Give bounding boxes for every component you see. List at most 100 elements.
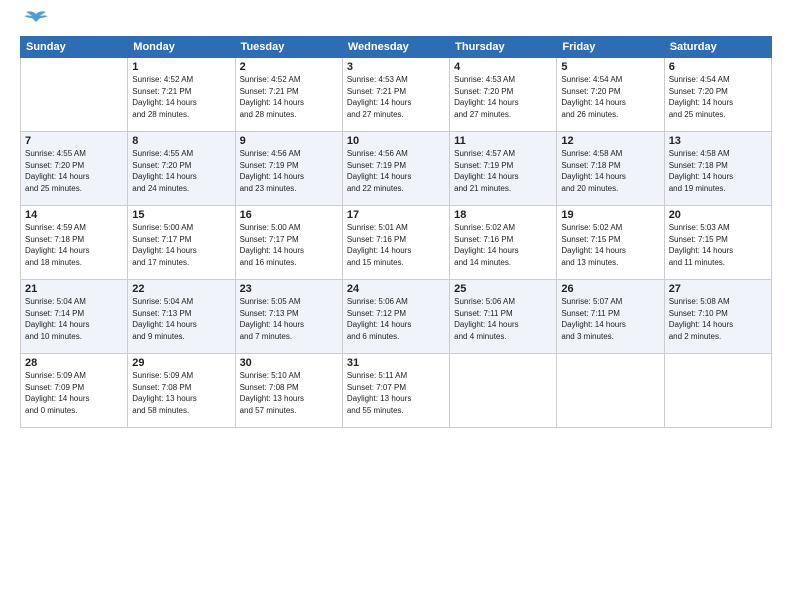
bird-icon — [22, 10, 50, 30]
page: SundayMondayTuesdayWednesdayThursdayFrid… — [0, 0, 792, 612]
calendar-cell: 31Sunrise: 5:11 AM Sunset: 7:07 PM Dayli… — [342, 354, 449, 428]
day-info: Sunrise: 4:57 AM Sunset: 7:19 PM Dayligh… — [454, 148, 552, 194]
weekday-header: Sunday — [21, 37, 128, 58]
day-number: 22 — [132, 283, 230, 295]
day-info: Sunrise: 5:00 AM Sunset: 7:17 PM Dayligh… — [132, 222, 230, 268]
calendar-body: 1Sunrise: 4:52 AM Sunset: 7:21 PM Daylig… — [21, 58, 772, 428]
day-info: Sunrise: 4:56 AM Sunset: 7:19 PM Dayligh… — [240, 148, 338, 194]
day-number: 4 — [454, 61, 552, 73]
calendar-cell: 4Sunrise: 4:53 AM Sunset: 7:20 PM Daylig… — [450, 58, 557, 132]
calendar-cell: 11Sunrise: 4:57 AM Sunset: 7:19 PM Dayli… — [450, 132, 557, 206]
calendar-cell: 13Sunrise: 4:58 AM Sunset: 7:18 PM Dayli… — [664, 132, 771, 206]
day-info: Sunrise: 4:55 AM Sunset: 7:20 PM Dayligh… — [132, 148, 230, 194]
calendar-cell: 20Sunrise: 5:03 AM Sunset: 7:15 PM Dayli… — [664, 206, 771, 280]
calendar-cell: 10Sunrise: 4:56 AM Sunset: 7:19 PM Dayli… — [342, 132, 449, 206]
calendar-cell: 2Sunrise: 4:52 AM Sunset: 7:21 PM Daylig… — [235, 58, 342, 132]
calendar-cell: 14Sunrise: 4:59 AM Sunset: 7:18 PM Dayli… — [21, 206, 128, 280]
day-info: Sunrise: 5:08 AM Sunset: 7:10 PM Dayligh… — [669, 296, 767, 342]
day-number: 24 — [347, 283, 445, 295]
logo — [20, 18, 50, 30]
calendar-cell — [21, 58, 128, 132]
day-number: 25 — [454, 283, 552, 295]
day-info: Sunrise: 5:09 AM Sunset: 7:08 PM Dayligh… — [132, 370, 230, 416]
header — [20, 18, 772, 30]
day-info: Sunrise: 5:09 AM Sunset: 7:09 PM Dayligh… — [25, 370, 123, 416]
calendar-cell: 24Sunrise: 5:06 AM Sunset: 7:12 PM Dayli… — [342, 280, 449, 354]
day-number: 5 — [561, 61, 659, 73]
calendar-cell: 17Sunrise: 5:01 AM Sunset: 7:16 PM Dayli… — [342, 206, 449, 280]
day-number: 8 — [132, 135, 230, 147]
calendar-cell — [664, 354, 771, 428]
day-info: Sunrise: 5:00 AM Sunset: 7:17 PM Dayligh… — [240, 222, 338, 268]
calendar-cell — [450, 354, 557, 428]
day-number: 18 — [454, 209, 552, 221]
day-number: 29 — [132, 357, 230, 369]
day-number: 12 — [561, 135, 659, 147]
day-number: 19 — [561, 209, 659, 221]
day-info: Sunrise: 5:05 AM Sunset: 7:13 PM Dayligh… — [240, 296, 338, 342]
calendar-cell: 22Sunrise: 5:04 AM Sunset: 7:13 PM Dayli… — [128, 280, 235, 354]
calendar-cell — [557, 354, 664, 428]
calendar-cell: 29Sunrise: 5:09 AM Sunset: 7:08 PM Dayli… — [128, 354, 235, 428]
calendar-cell: 27Sunrise: 5:08 AM Sunset: 7:10 PM Dayli… — [664, 280, 771, 354]
calendar-cell: 6Sunrise: 4:54 AM Sunset: 7:20 PM Daylig… — [664, 58, 771, 132]
calendar-cell: 8Sunrise: 4:55 AM Sunset: 7:20 PM Daylig… — [128, 132, 235, 206]
day-number: 31 — [347, 357, 445, 369]
day-number: 6 — [669, 61, 767, 73]
day-number: 30 — [240, 357, 338, 369]
header-row: SundayMondayTuesdayWednesdayThursdayFrid… — [21, 37, 772, 58]
day-number: 26 — [561, 283, 659, 295]
calendar-cell: 25Sunrise: 5:06 AM Sunset: 7:11 PM Dayli… — [450, 280, 557, 354]
calendar-cell: 1Sunrise: 4:52 AM Sunset: 7:21 PM Daylig… — [128, 58, 235, 132]
day-info: Sunrise: 4:55 AM Sunset: 7:20 PM Dayligh… — [25, 148, 123, 194]
day-number: 11 — [454, 135, 552, 147]
day-info: Sunrise: 5:04 AM Sunset: 7:14 PM Dayligh… — [25, 296, 123, 342]
calendar-cell: 12Sunrise: 4:58 AM Sunset: 7:18 PM Dayli… — [557, 132, 664, 206]
day-number: 9 — [240, 135, 338, 147]
day-info: Sunrise: 5:11 AM Sunset: 7:07 PM Dayligh… — [347, 370, 445, 416]
day-number: 10 — [347, 135, 445, 147]
day-info: Sunrise: 4:59 AM Sunset: 7:18 PM Dayligh… — [25, 222, 123, 268]
day-number: 27 — [669, 283, 767, 295]
day-number: 14 — [25, 209, 123, 221]
day-info: Sunrise: 4:52 AM Sunset: 7:21 PM Dayligh… — [132, 74, 230, 120]
day-number: 21 — [25, 283, 123, 295]
calendar-cell: 30Sunrise: 5:10 AM Sunset: 7:08 PM Dayli… — [235, 354, 342, 428]
calendar-table: SundayMondayTuesdayWednesdayThursdayFrid… — [20, 36, 772, 428]
day-info: Sunrise: 4:53 AM Sunset: 7:20 PM Dayligh… — [454, 74, 552, 120]
calendar-cell: 7Sunrise: 4:55 AM Sunset: 7:20 PM Daylig… — [21, 132, 128, 206]
day-info: Sunrise: 4:56 AM Sunset: 7:19 PM Dayligh… — [347, 148, 445, 194]
day-number: 2 — [240, 61, 338, 73]
day-number: 7 — [25, 135, 123, 147]
calendar-cell: 3Sunrise: 4:53 AM Sunset: 7:21 PM Daylig… — [342, 58, 449, 132]
day-info: Sunrise: 5:03 AM Sunset: 7:15 PM Dayligh… — [669, 222, 767, 268]
day-number: 17 — [347, 209, 445, 221]
day-number: 15 — [132, 209, 230, 221]
calendar-week-row: 7Sunrise: 4:55 AM Sunset: 7:20 PM Daylig… — [21, 132, 772, 206]
day-info: Sunrise: 5:07 AM Sunset: 7:11 PM Dayligh… — [561, 296, 659, 342]
calendar-cell: 26Sunrise: 5:07 AM Sunset: 7:11 PM Dayli… — [557, 280, 664, 354]
day-info: Sunrise: 5:04 AM Sunset: 7:13 PM Dayligh… — [132, 296, 230, 342]
weekday-header: Thursday — [450, 37, 557, 58]
day-info: Sunrise: 5:02 AM Sunset: 7:16 PM Dayligh… — [454, 222, 552, 268]
day-number: 16 — [240, 209, 338, 221]
day-number: 13 — [669, 135, 767, 147]
day-number: 20 — [669, 209, 767, 221]
day-info: Sunrise: 4:52 AM Sunset: 7:21 PM Dayligh… — [240, 74, 338, 120]
day-info: Sunrise: 5:10 AM Sunset: 7:08 PM Dayligh… — [240, 370, 338, 416]
calendar-cell: 18Sunrise: 5:02 AM Sunset: 7:16 PM Dayli… — [450, 206, 557, 280]
day-info: Sunrise: 4:54 AM Sunset: 7:20 PM Dayligh… — [561, 74, 659, 120]
weekday-header: Friday — [557, 37, 664, 58]
day-number: 1 — [132, 61, 230, 73]
calendar-cell: 15Sunrise: 5:00 AM Sunset: 7:17 PM Dayli… — [128, 206, 235, 280]
calendar-week-row: 14Sunrise: 4:59 AM Sunset: 7:18 PM Dayli… — [21, 206, 772, 280]
day-number: 28 — [25, 357, 123, 369]
day-info: Sunrise: 5:06 AM Sunset: 7:12 PM Dayligh… — [347, 296, 445, 342]
calendar-week-row: 21Sunrise: 5:04 AM Sunset: 7:14 PM Dayli… — [21, 280, 772, 354]
calendar-week-row: 1Sunrise: 4:52 AM Sunset: 7:21 PM Daylig… — [21, 58, 772, 132]
weekday-header: Tuesday — [235, 37, 342, 58]
calendar-week-row: 28Sunrise: 5:09 AM Sunset: 7:09 PM Dayli… — [21, 354, 772, 428]
day-info: Sunrise: 4:58 AM Sunset: 7:18 PM Dayligh… — [561, 148, 659, 194]
calendar-cell: 16Sunrise: 5:00 AM Sunset: 7:17 PM Dayli… — [235, 206, 342, 280]
weekday-header: Wednesday — [342, 37, 449, 58]
